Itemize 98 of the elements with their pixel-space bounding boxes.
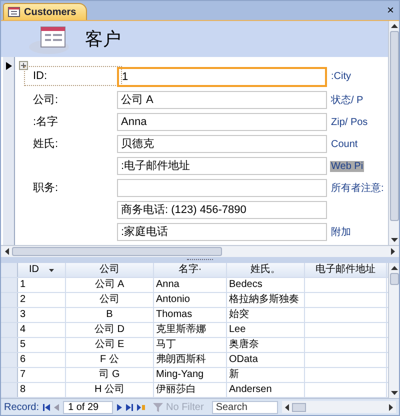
scroll-up-icon [390, 266, 398, 270]
field-label: 状态/ P [330, 95, 364, 106]
row-selector[interactable] [1, 308, 18, 322]
table-cell: F 公 [66, 353, 154, 367]
previous-record-icon[interactable] [54, 404, 60, 410]
table-cell: 伊丽莎白 [154, 383, 227, 397]
text-field[interactable]: 贝德克 [117, 135, 327, 153]
text-field[interactable]: 公司 A [117, 91, 327, 109]
field-label: Web Pi [330, 161, 364, 172]
table-cell: B [66, 308, 154, 322]
funnel-icon [153, 402, 164, 412]
field-label: 所有者注意: [330, 183, 385, 194]
text-field[interactable]: :电子邮件地址 [117, 157, 327, 175]
text-field[interactable]: 商务电话: (123) 456-7890 [117, 201, 327, 219]
scroll-right-icon [389, 404, 393, 410]
field-label: 附加 [330, 227, 352, 238]
table-cell: 5 [18, 338, 66, 352]
field-label: :名字 [32, 114, 60, 130]
last-record-icon[interactable] [126, 404, 134, 410]
table-cell: 司 G [66, 368, 154, 382]
field-label: 姓氏: [32, 137, 60, 152]
table-cell: 7 [18, 368, 66, 382]
table-cell: 公司 E [66, 338, 154, 352]
select-all-corner[interactable] [1, 263, 18, 277]
table-cell: 新 [227, 368, 305, 382]
table-cell: 奥唐奈 [227, 338, 305, 352]
field-label: Zip/ Pos [330, 117, 369, 128]
table-cell: 公司 D [66, 323, 154, 337]
table-cell: Lee [227, 323, 305, 337]
column-header[interactable]: 姓氏。 [227, 263, 305, 277]
record-label: Record: [4, 402, 40, 412]
scroll-thumb[interactable] [12, 247, 222, 256]
scroll-thumb[interactable] [292, 402, 306, 412]
table-cell: 公司 A [66, 278, 154, 292]
scroll-thumb[interactable] [390, 31, 398, 221]
table-cell: 马丁 [154, 338, 227, 352]
close-button[interactable]: × [386, 3, 394, 17]
scroll-left-icon [5, 248, 9, 255]
table-cell: 弗朗西斯科 [154, 353, 227, 367]
field-label: 公司: [32, 93, 60, 108]
table-cell: OData [227, 353, 305, 367]
grip-handle[interactable] [187, 258, 213, 262]
form-icon [8, 7, 20, 17]
vertical-scrollbar[interactable] [388, 263, 399, 398]
horizontal-scrollbar[interactable] [1, 245, 399, 257]
field-label: Count [330, 139, 359, 150]
table-cell: 8 [18, 383, 66, 397]
first-record-icon[interactable] [43, 404, 50, 410]
table-cell: Bedecs [227, 278, 305, 292]
scroll-left-icon [284, 404, 289, 410]
table-cell: Anna [154, 278, 227, 292]
row-selector[interactable] [1, 368, 18, 382]
current-record-icon [6, 62, 12, 70]
column-header[interactable]: 名字· [154, 263, 227, 277]
text-field[interactable]: 1 [117, 67, 327, 87]
scroll-up-icon [390, 24, 398, 28]
table-cell: 2 [18, 293, 66, 307]
text-field[interactable]: :家庭电话 [117, 223, 327, 241]
table-cell: Thomas [154, 308, 227, 322]
row-selector[interactable] [1, 383, 18, 397]
table-cell: 克里斯蒂娜 [154, 323, 227, 337]
document-tab[interactable]: Customers [3, 3, 88, 20]
column-header[interactable]: 电子邮件地址 [305, 263, 387, 277]
scroll-down-icon [390, 391, 398, 395]
table-cell: 格拉納多斯独奏 [227, 293, 305, 307]
table-cell: 3 [18, 308, 66, 322]
table-cell: H 公司 [66, 383, 154, 397]
row-selector[interactable] [1, 353, 18, 367]
text-field[interactable]: Anna [117, 113, 327, 131]
table-cell: Ming-Yang [154, 368, 227, 382]
text-field[interactable] [117, 179, 327, 197]
row-selector[interactable] [1, 338, 18, 352]
record-number-field[interactable]: 1 of 29 [63, 400, 114, 414]
new-record-icon[interactable] [137, 404, 146, 410]
field-label: 职务: [32, 181, 60, 196]
scroll-right-icon [391, 248, 395, 255]
table-cell: Antonio [154, 293, 227, 307]
scroll-thumb[interactable] [390, 273, 398, 285]
vertical-scrollbar[interactable] [388, 21, 399, 245]
row-selector[interactable] [1, 293, 18, 307]
table-cell: 6 [18, 353, 66, 367]
tab-label: Customers [24, 6, 76, 18]
horizontal-scrollbar[interactable] [282, 401, 396, 413]
next-record-icon[interactable] [117, 404, 122, 410]
search-field[interactable]: Search [212, 400, 278, 414]
row-selector[interactable] [1, 323, 18, 337]
column-header[interactable]: ID [18, 263, 66, 277]
form-title: 客户 [85, 28, 121, 51]
move-handle-icon[interactable] [19, 61, 28, 70]
table-cell: 公司 [66, 293, 154, 307]
table-cell: 始突 [227, 308, 305, 322]
table-cell: Andersen [227, 383, 305, 397]
column-header[interactable]: 公司 [66, 263, 154, 277]
row-selector[interactable] [1, 278, 18, 292]
table-cell: 4 [18, 323, 66, 337]
table-cell: 1 [18, 278, 66, 292]
scroll-down-icon [390, 238, 398, 242]
field-label: :City [330, 71, 352, 82]
